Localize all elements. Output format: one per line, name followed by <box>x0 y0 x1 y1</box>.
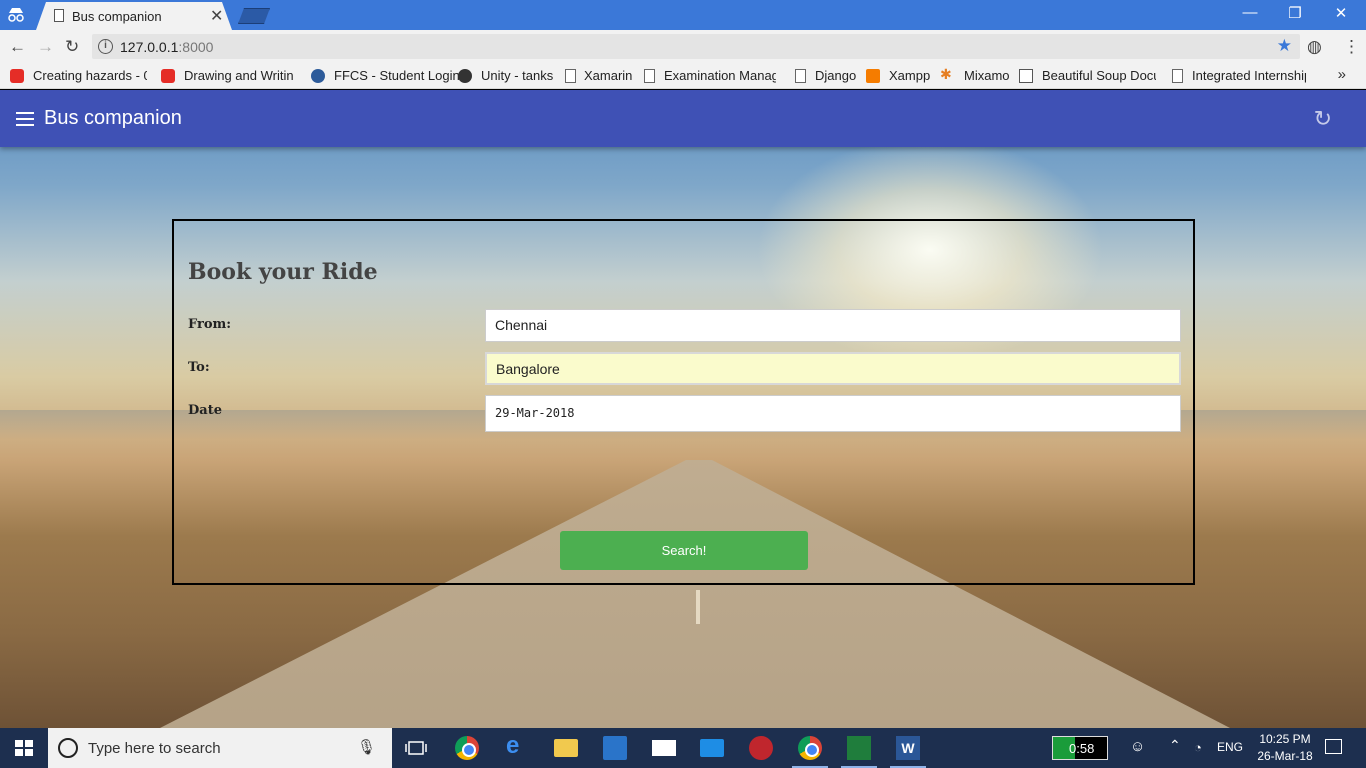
url-text: 127.0.0.1:8000 <box>120 39 214 55</box>
tab-title: Bus companion <box>72 9 162 24</box>
bookmark-item[interactable]: Beautiful Soup Docu <box>1042 68 1156 83</box>
youtube-icon <box>10 69 24 83</box>
bookmark-item[interactable]: Xamarin <box>584 68 632 83</box>
refresh-icon[interactable]: ↻ <box>1314 106 1332 132</box>
windows-taskbar: Type here to search 🎙 e W 0:58 ☺ ⌃ ◔ ENG… <box>0 728 1366 768</box>
date-label: Date <box>188 403 222 418</box>
file-explorer-icon[interactable] <box>554 739 578 757</box>
app-title: Bus companion <box>44 107 182 129</box>
youtube-icon <box>161 69 175 83</box>
minimize-button[interactable]: — <box>1240 4 1260 21</box>
date-input[interactable]: 29-Mar-2018 <box>485 395 1181 432</box>
people-icon[interactable]: ☺ <box>1130 738 1145 755</box>
close-window-button[interactable]: ✕ <box>1331 4 1351 22</box>
xampp-icon <box>866 69 880 83</box>
bookmark-item[interactable]: Examination Manage <box>664 68 776 83</box>
page-icon <box>565 69 576 83</box>
clock-date: 26-Mar-18 <box>1257 749 1313 763</box>
site-info-icon[interactable]: i <box>98 39 113 54</box>
windows-start-icon[interactable] <box>15 740 33 757</box>
page-icon <box>1172 69 1183 83</box>
menu-icon[interactable]: ⋮ <box>1343 37 1360 57</box>
language-indicator[interactable]: ENG <box>1217 740 1243 754</box>
bookmarks-bar: Creating hazards - 09 Drawing and Writin… <box>0 63 1366 89</box>
background-road-line <box>696 590 700 624</box>
bookmark-item[interactable]: FFCS - Student Login <box>334 68 460 83</box>
store-icon[interactable] <box>603 736 627 760</box>
mixamo-icon: ✱ <box>940 66 952 82</box>
edge-taskbar-icon[interactable]: e <box>506 732 530 759</box>
visual-studio-icon[interactable] <box>841 736 877 768</box>
wifi-icon[interactable]: ◔ <box>1194 740 1202 755</box>
from-label: From: <box>188 317 232 332</box>
app-bar: Bus companion ↻ <box>0 90 1366 147</box>
browser-toolbar: ← → ↻ i 127.0.0.1:8000 ★ ◍ ⋮ <box>0 30 1366 63</box>
bookmark-item[interactable]: Drawing and Writing <box>184 68 294 83</box>
page-icon <box>54 9 64 22</box>
action-center-icon[interactable] <box>1325 739 1342 754</box>
bookmark-item[interactable]: Mixamo <box>964 68 1010 83</box>
to-label: To: <box>188 360 210 375</box>
battery-text: 0:58 <box>1069 741 1095 756</box>
cortana-icon <box>58 738 78 758</box>
page-icon <box>644 69 655 83</box>
page-icon <box>795 69 806 83</box>
tray-overflow-icon[interactable]: ⌃ <box>1169 737 1181 754</box>
taskbar-search-placeholder: Type here to search <box>88 740 221 757</box>
word-icon[interactable]: W <box>890 736 926 768</box>
bookmark-item[interactable]: Xampp <box>889 68 930 83</box>
hamburger-menu-icon[interactable] <box>16 112 34 126</box>
bookmark-item[interactable]: Unity - tanks <box>481 68 553 83</box>
tab-close-icon[interactable]: ✕ <box>210 6 223 26</box>
ffcs-icon <box>311 69 325 83</box>
from-input[interactable]: Chennai <box>485 309 1181 342</box>
clock-time: 10:25 PM <box>1259 732 1311 746</box>
booking-form: Book your Ride From: Chennai To: Bangalo… <box>172 219 1195 585</box>
form-heading: Book your Ride <box>188 259 378 285</box>
search-button[interactable]: Search! <box>560 531 808 570</box>
taskbar-search-box[interactable]: Type here to search 🎙 <box>48 728 392 768</box>
app-red-icon[interactable] <box>749 736 773 760</box>
bookmarks-overflow-icon[interactable]: » <box>1338 66 1346 83</box>
reload-icon[interactable]: ↻ <box>65 37 79 57</box>
unity-icon <box>458 69 472 83</box>
restore-button[interactable]: ❐ <box>1285 4 1305 22</box>
bookmark-item[interactable]: Creating hazards - 09 <box>33 68 147 83</box>
microphone-icon[interactable]: 🎙 <box>357 738 376 756</box>
chrome-taskbar-icon[interactable] <box>455 736 479 760</box>
back-icon[interactable]: ← <box>9 37 26 57</box>
bookmark-item[interactable]: Django <box>815 68 856 83</box>
browser-tabstrip: Bus companion ✕ — ❐ ✕ <box>0 0 1366 30</box>
bs-icon <box>1019 69 1033 83</box>
page-content: Bus companion ↻ Book your Ride From: Che… <box>0 90 1366 728</box>
taskbar-clock[interactable]: 10:25 PM 26-Mar-18 <box>1250 731 1320 765</box>
browser-tab-active[interactable]: Bus companion ✕ <box>36 2 232 30</box>
mail-icon[interactable] <box>652 740 676 756</box>
forward-icon[interactable]: → <box>37 37 54 57</box>
task-view-icon[interactable] <box>404 736 428 760</box>
messaging-icon[interactable] <box>700 739 724 757</box>
incognito-icon <box>8 8 24 22</box>
globe-extension-icon[interactable]: ◍ <box>1307 37 1322 57</box>
new-tab-button[interactable] <box>238 8 270 24</box>
chrome-active-taskbar-icon[interactable] <box>792 736 828 768</box>
to-input[interactable]: Bangalore <box>485 352 1181 385</box>
battery-indicator[interactable]: 0:58 <box>1052 736 1108 760</box>
bookmark-star-icon[interactable]: ★ <box>1277 36 1292 56</box>
bookmark-item[interactable]: Integrated Internship <box>1192 68 1306 83</box>
address-bar[interactable]: i 127.0.0.1:8000 ★ <box>92 34 1300 59</box>
